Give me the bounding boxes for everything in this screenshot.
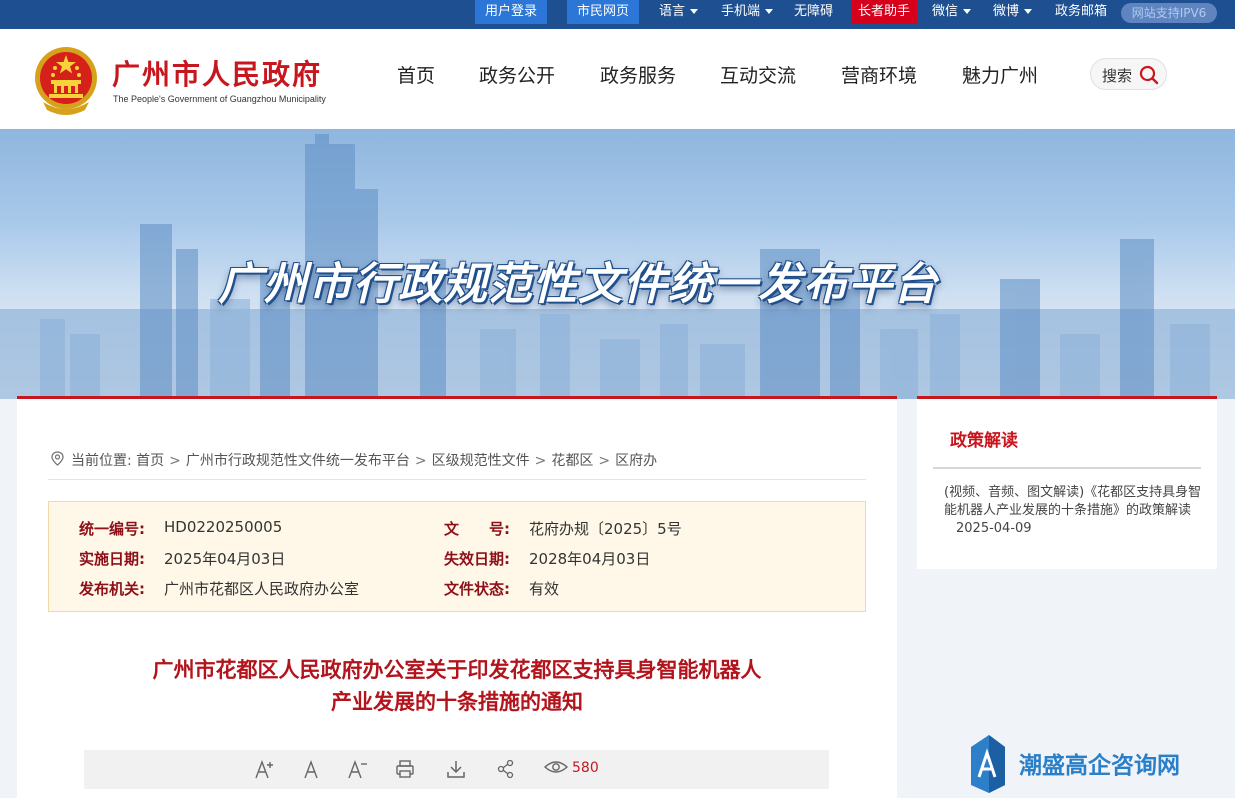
banner-title: 广州市行政规范性文件统一发布平台: [218, 259, 938, 310]
nav-interaction[interactable]: 互动交流: [720, 61, 796, 88]
breadcrumb-separator: >: [414, 453, 427, 469]
breadcrumb-platform[interactable]: 广州市行政规范性文件统一发布平台: [186, 453, 410, 469]
download-icon: [447, 761, 465, 778]
share-button[interactable]: [497, 759, 515, 784]
breadcrumb-district-office[interactable]: 区府办: [615, 453, 657, 469]
location-pin-icon: [51, 451, 64, 466]
font-normal-icon: [304, 760, 318, 779]
breadcrumb-divider: [48, 479, 866, 480]
main-content: 当前位置: 首页 > 广州市行政规范性文件统一发布平台 > 区级规范性文件 > 花都区 > 区府…: [17, 396, 897, 798]
mobile-menu[interactable]: 手机端: [721, 0, 773, 24]
download-button[interactable]: [446, 759, 466, 784]
policy-interpretation-item[interactable]: (视频、音频、图文解读)《花都区支持具身智能机器人产业发展的十条措施》的政策解读…: [944, 484, 1204, 538]
expire-date-value: 2028年04月03日: [529, 550, 651, 568]
top-bar: 用户登录 市民网页 语言 手机端 无障碍 长者助手 微信 微博 政务邮箱 网站支…: [0, 0, 1235, 29]
citizen-page-button[interactable]: 市民网页: [567, 0, 639, 24]
language-label: 语言: [659, 4, 686, 19]
wechat-label: 微信: [932, 4, 959, 19]
watermark-text: 潮盛高企咨询网: [1019, 752, 1180, 779]
site-title[interactable]: 广州市人民政府: [112, 53, 322, 93]
user-login-button[interactable]: 用户登录: [475, 0, 547, 24]
site-header: 广州市人民政府 The People's Government of Guang…: [0, 29, 1235, 129]
site-subtitle: The People's Government of Guangzhou Mun…: [113, 94, 326, 104]
breadcrumb: 当前位置: 首页 > 广州市行政规范性文件统一发布平台 > 区级规范性文件 > 花都区 > 区府…: [50, 450, 657, 470]
status-value: 有效: [529, 580, 560, 598]
font-smaller-icon: [348, 760, 367, 779]
policy-interpretation-panel: 政策解读 (视频、音频、图文解读)《花都区支持具身智能机器人产业发展的十条措施》…: [917, 396, 1217, 569]
side-divider: [933, 467, 1201, 469]
nav-gov-services[interactable]: 政务服务: [600, 61, 676, 88]
view-count-value: 580: [572, 760, 599, 776]
breadcrumb-prefix: 当前位置:: [71, 453, 132, 469]
eye-icon: [543, 761, 569, 773]
weibo-menu[interactable]: 微博: [993, 0, 1032, 24]
policy-interpretation-date: 2025-04-09: [956, 521, 1032, 536]
breadcrumb-separator: >: [169, 453, 181, 469]
search-button[interactable]: 搜索: [1090, 58, 1167, 90]
breadcrumb-separator: >: [534, 453, 547, 469]
nav-gov-affairs-public[interactable]: 政务公开: [479, 61, 555, 88]
effective-date-label: 实施日期:: [79, 550, 145, 568]
font-larger-button[interactable]: [254, 759, 276, 786]
issuer-value: 广州市花都区人民政府办公室: [164, 580, 360, 598]
mobile-label: 手机端: [721, 4, 761, 19]
document-title-line1: 广州市花都区人民政府办公室关于印发花都区支持具身智能机器人: [152, 658, 762, 682]
nav-home[interactable]: 首页: [397, 61, 435, 88]
effective-date-value: 2025年04月03日: [164, 550, 286, 568]
gov-mail-link[interactable]: 政务邮箱: [1055, 0, 1107, 24]
policy-interpretation-title: 政策解读: [950, 431, 1018, 451]
document-title: 广州市花都区人民政府办公室关于印发花都区支持具身智能机器人 产业发展的十条措施的…: [17, 654, 897, 718]
issuer-label: 发布机关:: [79, 580, 145, 598]
docno-value: 花府办规〔2025〕5号: [529, 520, 682, 538]
ipv6-badge: 网站支持IPV6: [1121, 3, 1217, 23]
expire-date-label: 失效日期:: [444, 550, 510, 568]
article-toolbar: 580: [84, 750, 829, 789]
weibo-label: 微博: [993, 4, 1020, 19]
breadcrumb-home[interactable]: 首页: [136, 453, 164, 469]
font-normal-button[interactable]: [302, 759, 322, 786]
font-smaller-button[interactable]: [347, 759, 369, 786]
document-title-line2: 产业发展的十条措施的通知: [331, 690, 583, 714]
watermark-logo-icon: [971, 735, 1005, 793]
breadcrumb-separator: >: [598, 453, 611, 469]
breadcrumb-district-docs[interactable]: 区级规范性文件: [432, 453, 530, 469]
language-menu[interactable]: 语言: [659, 0, 698, 24]
policy-interpretation-link[interactable]: (视频、音频、图文解读)《花都区支持具身智能机器人产业发展的十条措施》的政策解读: [944, 485, 1201, 518]
national-emblem-icon[interactable]: [33, 44, 99, 116]
accessibility-link[interactable]: 无障碍: [794, 0, 833, 24]
code-label: 统一编号:: [79, 520, 145, 538]
nav-business-environment[interactable]: 营商环境: [841, 61, 917, 88]
code-value: HD0220250005: [164, 518, 283, 536]
font-larger-icon: [255, 760, 273, 779]
print-button[interactable]: [395, 759, 415, 784]
printer-icon: [396, 760, 414, 778]
breadcrumb-huadu[interactable]: 花都区: [551, 453, 593, 469]
nav-charming-guangzhou[interactable]: 魅力广州: [962, 61, 1038, 88]
search-icon: [1139, 65, 1159, 85]
wechat-menu[interactable]: 微信: [932, 0, 971, 24]
document-meta-box: 统一编号: HD0220250005 文 号: 花府办规〔2025〕5号 实施日…: [48, 501, 866, 612]
banner: 广州市行政规范性文件统一发布平台: [0, 129, 1235, 399]
share-icon: [497, 759, 514, 779]
status-label: 文件状态:: [444, 580, 510, 598]
docno-label: 文 号:: [444, 520, 510, 538]
view-count: 580: [543, 759, 599, 776]
search-label: 搜索: [1102, 67, 1133, 85]
elder-helper-button[interactable]: 长者助手: [851, 0, 917, 24]
